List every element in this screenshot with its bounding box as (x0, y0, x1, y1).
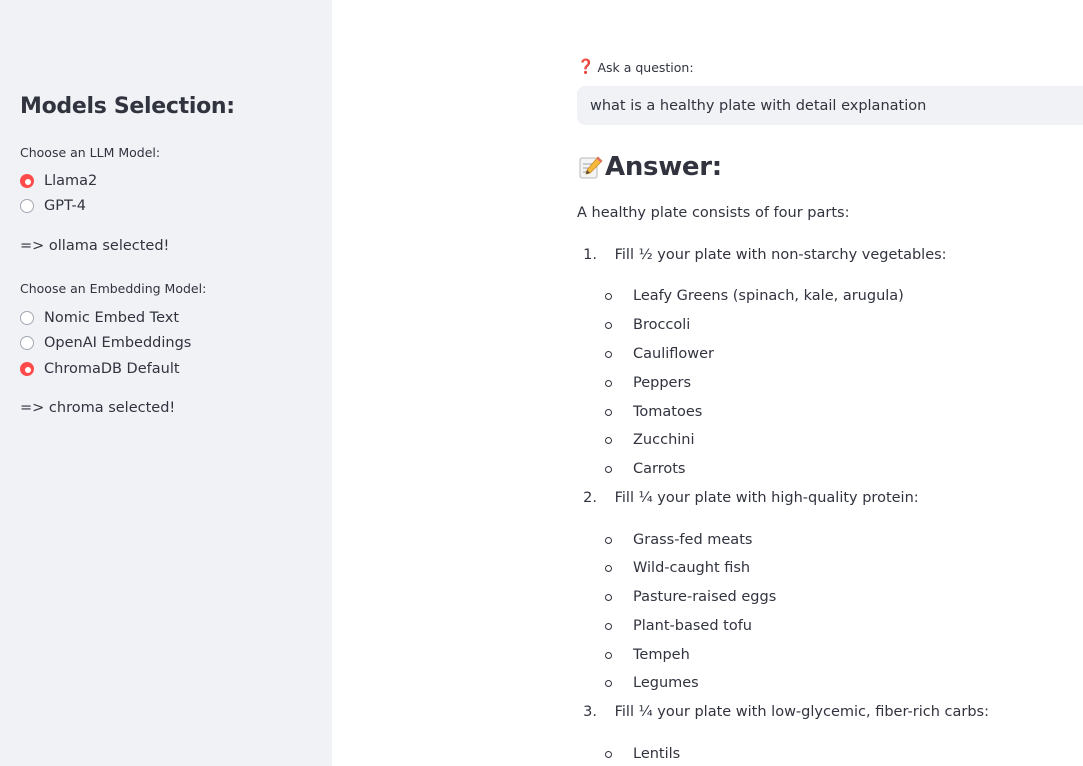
bullet-item: Leafy Greens (spinach, kale, arugula) (605, 288, 904, 304)
llm-option-gpt4[interactable]: GPT-4 (20, 195, 86, 217)
circle-bullet-icon (605, 750, 612, 758)
question-label-text: Ask a question: (597, 59, 694, 75)
embedding-model-label: Choose an Embedding Model: (20, 281, 207, 296)
list-number: 3. (583, 704, 597, 720)
radio-unselected-icon[interactable] (20, 311, 34, 325)
bullet-text: Pasture-raised eggs (633, 589, 777, 605)
bullet-text: Wild-caught fish (633, 560, 751, 576)
question-label: ❓ Ask a question: (577, 59, 694, 75)
bullet-item: Peppers (605, 375, 691, 391)
radio-unselected-icon[interactable] (20, 199, 34, 213)
bullet-text: Tempeh (633, 647, 690, 663)
radio-selected-icon[interactable] (20, 362, 34, 376)
list-item-text: Fill ¼ your plate with low-glycemic, fib… (614, 704, 989, 720)
circle-bullet-icon (605, 536, 612, 544)
bullet-text: Lentils (633, 746, 681, 762)
main-content: ❓ Ask a question: what is a healthy plat… (577, 0, 1083, 766)
answer-intro: A healthy plate consists of four parts: (577, 205, 850, 221)
sidebar-title: Models Selection: (20, 94, 235, 119)
circle-bullet-icon (605, 593, 612, 601)
circle-bullet-icon (605, 379, 612, 387)
bullet-item: Lentils (605, 746, 680, 762)
list-number: 1. (583, 247, 597, 263)
circle-bullet-icon (605, 350, 612, 358)
circle-bullet-icon (605, 465, 612, 473)
bullet-text: Legumes (633, 675, 699, 691)
radio-selected-icon[interactable] (20, 174, 34, 188)
bullet-text: Grass-fed meats (633, 532, 753, 548)
bullet-text: Tomatoes (633, 404, 703, 420)
embed-option-openai[interactable]: OpenAI Embeddings (20, 332, 191, 354)
circle-bullet-icon (605, 622, 612, 630)
list-item-text: Fill ½ your plate with non-starchy veget… (614, 247, 947, 263)
circle-bullet-icon (605, 679, 612, 687)
bullet-item: Wild-caught fish (605, 560, 750, 576)
bullet-item: Tomatoes (605, 404, 702, 420)
question-mark-icon: ❓ (577, 59, 595, 75)
pencil-memo-icon (577, 154, 604, 181)
bullet-item: Zucchini (605, 432, 695, 448)
embed-option-label: Nomic Embed Text (44, 310, 180, 326)
bullet-text: Cauliflower (633, 346, 715, 362)
bullet-text: Plant-based tofu (633, 618, 752, 634)
embed-status-text: => chroma selected! (20, 400, 176, 416)
bullet-text: Leafy Greens (spinach, kale, arugula) (633, 288, 904, 304)
list-item: 3. Fill ¼ your plate with low-glycemic, … (577, 704, 989, 720)
bullet-item: Carrots (605, 461, 685, 477)
llm-option-label: GPT-4 (44, 198, 86, 214)
bullet-text: Zucchini (633, 432, 695, 448)
embed-option-label: OpenAI Embeddings (44, 335, 192, 351)
list-item: 1. Fill ½ your plate with non-starchy ve… (577, 247, 947, 263)
list-number: 2. (583, 490, 597, 506)
embed-option-chromadb[interactable]: ChromaDB Default (20, 358, 180, 380)
llm-option-label: Llama2 (44, 173, 98, 189)
sidebar: Models Selection: Choose an LLM Model: L… (0, 0, 332, 766)
bullet-item: Cauliflower (605, 346, 714, 362)
bullet-item: Pasture-raised eggs (605, 589, 776, 605)
circle-bullet-icon (605, 292, 612, 300)
bullet-item: Legumes (605, 675, 699, 691)
bullet-text: Peppers (633, 375, 691, 391)
bullet-item: Broccoli (605, 317, 690, 333)
llm-option-llama2[interactable]: Llama2 (20, 170, 97, 192)
llm-model-label: Choose an LLM Model: (20, 145, 161, 160)
llm-status-text: => ollama selected! (20, 238, 170, 254)
circle-bullet-icon (605, 651, 612, 659)
embed-option-nomic[interactable]: Nomic Embed Text (20, 307, 179, 329)
embed-option-label: ChromaDB Default (44, 361, 180, 377)
circle-bullet-icon (605, 436, 612, 444)
bullet-text: Carrots (633, 461, 686, 477)
circle-bullet-icon (605, 408, 612, 416)
list-item-text: Fill ¼ your plate with high-quality prot… (614, 490, 919, 506)
circle-bullet-icon (605, 321, 612, 329)
list-item: 2. Fill ¼ your plate with high-quality p… (577, 490, 919, 506)
answer-heading: Answer: (577, 152, 722, 182)
bullet-item: Plant-based tofu (605, 618, 752, 634)
bullet-item: Tempeh (605, 647, 690, 663)
circle-bullet-icon (605, 564, 612, 572)
answer-heading-text: Answer: (605, 152, 722, 182)
question-input[interactable]: what is a healthy plate with detail expl… (577, 86, 1083, 125)
radio-unselected-icon[interactable] (20, 336, 34, 350)
bullet-text: Broccoli (633, 317, 691, 333)
bullet-item: Grass-fed meats (605, 532, 752, 548)
